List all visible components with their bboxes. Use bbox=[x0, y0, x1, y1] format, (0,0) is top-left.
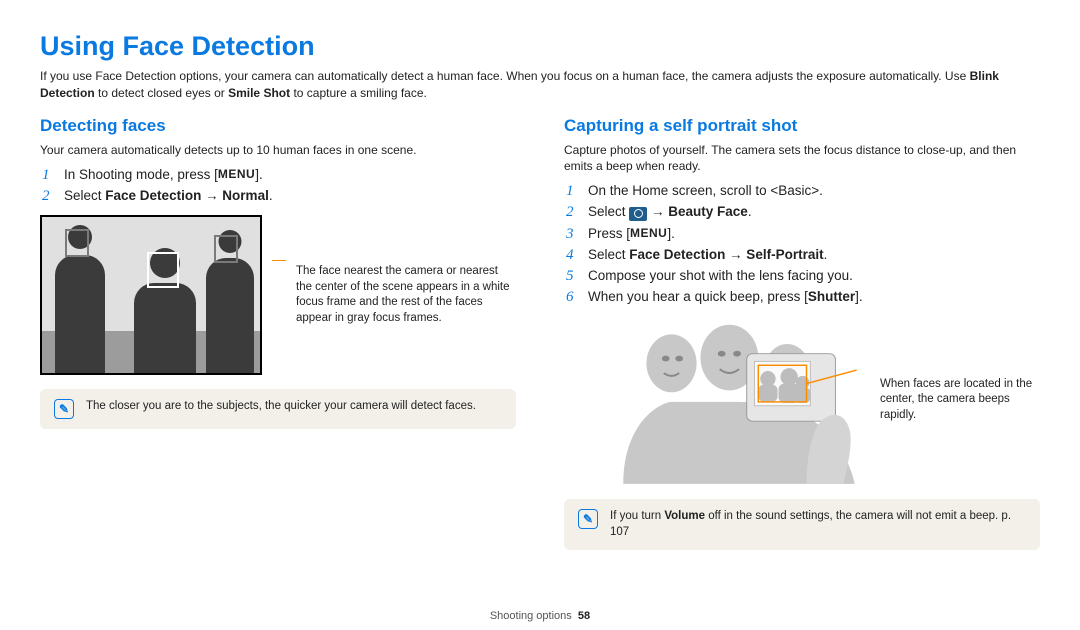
left-sub: Your camera automatically detects up to … bbox=[40, 142, 516, 158]
right-step-6: When you hear a quick beep, press [Shutt… bbox=[564, 288, 1040, 306]
right-note: ✎ If you turn Volume off in the sound se… bbox=[564, 499, 1040, 550]
right-sub: Capture photos of yourself. The camera s… bbox=[564, 142, 1040, 174]
page-footer: Shooting options 58 bbox=[0, 609, 1080, 624]
right-step-2: Select → Beauty Face. bbox=[564, 203, 1040, 221]
right-step-1: On the Home screen, scroll to <Basic>. bbox=[564, 182, 1040, 200]
page-title: Using Face Detection bbox=[40, 28, 1040, 64]
left-step-2: Select Face Detection → Normal. bbox=[40, 187, 516, 205]
note-icon: ✎ bbox=[54, 399, 74, 419]
right-figure-caption: When faces are located in the center, th… bbox=[880, 377, 1040, 424]
self-portrait-figure bbox=[604, 312, 874, 487]
right-step-3: Press [MENU]. bbox=[564, 225, 1040, 243]
note-icon: ✎ bbox=[578, 509, 598, 529]
menu-icon: MENU bbox=[218, 167, 255, 181]
left-figure-caption: The face nearest the camera or nearest t… bbox=[296, 264, 516, 326]
right-step-4: Select Face Detection → Self-Portrait. bbox=[564, 246, 1040, 264]
left-column: Detecting faces Your camera automaticall… bbox=[40, 115, 516, 551]
left-note: ✎ The closer you are to the subjects, th… bbox=[40, 389, 516, 429]
left-heading: Detecting faces bbox=[40, 115, 516, 138]
intro-text: If you use Face Detection options, your … bbox=[40, 68, 1040, 100]
callout-line-icon bbox=[272, 260, 286, 261]
focus-frame-white bbox=[147, 252, 179, 288]
detecting-faces-figure bbox=[40, 215, 262, 375]
menu-icon: MENU bbox=[630, 226, 667, 240]
focus-frame-gray bbox=[214, 235, 238, 263]
right-heading: Capturing a self portrait shot bbox=[564, 115, 1040, 138]
camera-icon bbox=[629, 207, 647, 221]
right-column: Capturing a self portrait shot Capture p… bbox=[564, 115, 1040, 551]
focus-frame-gray bbox=[65, 229, 89, 257]
right-step-5: Compose your shot with the lens facing y… bbox=[564, 267, 1040, 285]
left-step-1: In Shooting mode, press [MENU]. bbox=[40, 166, 516, 184]
